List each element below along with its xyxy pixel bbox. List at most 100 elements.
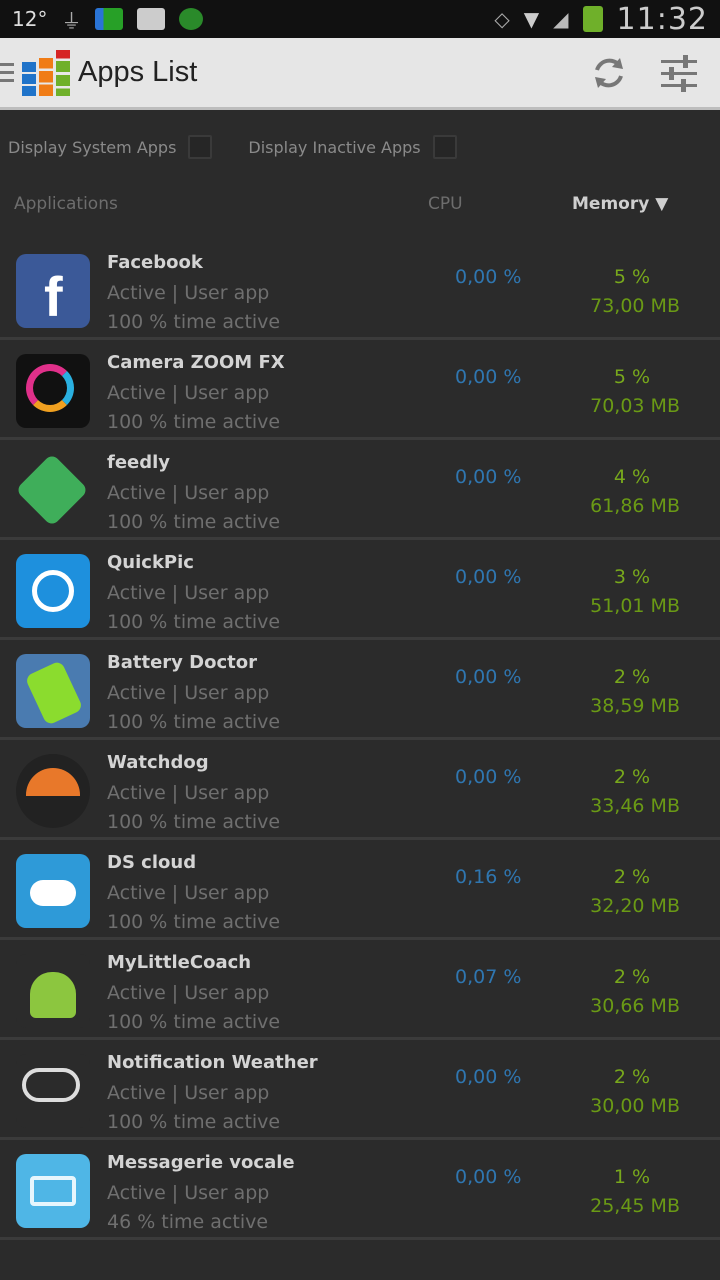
app-memory-percent: 5 % xyxy=(613,266,650,288)
app-name: Battery Doctor xyxy=(107,652,257,673)
app-memory-percent: 2 % xyxy=(613,1066,650,1088)
app-memory-mb: 32,20 MB xyxy=(590,895,680,917)
app-memory-percent: 1 % xyxy=(613,1166,650,1188)
clock: 11:32 xyxy=(616,1,708,37)
app-row[interactable]: Messagerie vocale Active | User app 46 % t… xyxy=(0,1140,720,1240)
app-row[interactable]: Camera ZOOM FX Active | User app 100 % tim… xyxy=(0,340,720,440)
refresh-button[interactable] xyxy=(574,43,644,103)
ds-cloud-icon xyxy=(16,854,90,928)
usb-icon: ⏚ xyxy=(61,8,82,33)
voicemail-icon xyxy=(16,1154,90,1228)
app-cpu: 0,00 % xyxy=(455,466,522,488)
app-memory-mb: 51,01 MB xyxy=(590,595,680,617)
app-status: Active | User app xyxy=(107,782,270,804)
app-memory-percent: 4 % xyxy=(613,466,650,488)
app-status: Active | User app xyxy=(107,482,270,504)
system-apps-checkbox[interactable] xyxy=(188,135,213,159)
filter-bar: Display System Apps Display Inactive App… xyxy=(8,128,712,166)
app-time-active: 100 % time active xyxy=(107,1011,281,1033)
app-memory-percent: 2 % xyxy=(613,666,650,688)
battery-doctor-icon xyxy=(16,654,90,728)
header-cpu[interactable]: CPU xyxy=(428,194,463,214)
app-name: QuickPic xyxy=(107,552,194,573)
app-row[interactable]: Battery Doctor Active | User app 100 % tim… xyxy=(0,640,720,740)
app-time-active: 100 % time active xyxy=(107,511,281,533)
app-cpu: 0,00 % xyxy=(455,266,522,288)
app-row[interactable]: QuickPic Active | User app 100 % time acti… xyxy=(0,540,720,640)
app-status: Active | User app xyxy=(107,1182,270,1204)
app-logo-icon xyxy=(22,49,70,96)
app-memory-mb: 61,86 MB xyxy=(590,495,680,517)
app-memory-mb: 38,59 MB xyxy=(590,695,680,717)
app-memory-percent: 3 % xyxy=(613,566,650,588)
sliders-icon xyxy=(661,54,697,92)
app-cpu: 0,16 % xyxy=(455,866,522,888)
app-time-active: 100 % time active xyxy=(107,1111,281,1133)
settings-sliders-button[interactable] xyxy=(644,43,714,103)
app-cpu: 0,00 % xyxy=(455,366,522,388)
app-cpu: 0,00 % xyxy=(455,566,522,588)
inactive-apps-label: Display Inactive Apps xyxy=(248,137,421,157)
app-row[interactable]: feedly Active | User app 100 % time active… xyxy=(0,440,720,540)
app-status: Active | User app xyxy=(107,1082,270,1104)
app-time-active: 46 % time active xyxy=(107,1211,269,1233)
action-bar: Apps List xyxy=(0,38,720,110)
cell-signal-icon: ◢ xyxy=(553,7,569,31)
temperature-text: 12° xyxy=(12,7,48,31)
app-time-active: 100 % time active xyxy=(107,611,281,633)
sync-app-icon xyxy=(179,8,204,30)
app-memory-mb: 70,03 MB xyxy=(590,395,680,417)
app-name: DS cloud xyxy=(107,852,197,873)
header-applications[interactable]: Applications xyxy=(14,194,118,214)
android-robot-icon xyxy=(16,954,90,1028)
app-row[interactable]: MyLittleCoach Active | User app 100 % time… xyxy=(0,940,720,1040)
page-title: Apps List xyxy=(78,56,198,88)
feedly-icon xyxy=(16,454,90,528)
apps-list: f Facebook Active | User app 100 % time act… xyxy=(0,240,720,1240)
inactive-apps-checkbox[interactable] xyxy=(432,135,457,159)
app-status: Active | User app xyxy=(107,582,270,604)
app-status: Active | User app xyxy=(107,282,270,304)
app-cpu: 0,00 % xyxy=(455,1066,522,1088)
app-memory-percent: 2 % xyxy=(613,766,650,788)
app-name: feedly xyxy=(107,452,171,473)
app-cpu: 0,00 % xyxy=(455,1166,522,1188)
app-row[interactable]: Watchdog Active | User app 100 % time acti… xyxy=(0,740,720,840)
app-memory-percent: 2 % xyxy=(613,866,650,888)
app-cpu: 0,00 % xyxy=(455,666,522,688)
app-time-active: 100 % time active xyxy=(107,911,281,933)
vibrate-icon: ◇ xyxy=(494,7,510,31)
app-name: Facebook xyxy=(107,252,203,273)
drawer-icon[interactable] xyxy=(0,63,14,82)
weather-cloud-icon xyxy=(16,1054,90,1128)
status-bar: 12° ⏚ ◇ ▼ ◢ 11:32 xyxy=(0,0,720,38)
app-status: Active | User app xyxy=(107,982,270,1004)
app-name: MyLittleCoach xyxy=(107,952,252,973)
app-time-active: 100 % time active xyxy=(107,311,281,333)
app-memory-mb: 25,45 MB xyxy=(590,1195,680,1217)
camera-zoom-fx-icon xyxy=(16,354,90,428)
app-memory-percent: 2 % xyxy=(613,966,650,988)
app-name: Watchdog xyxy=(107,752,209,773)
app-memory-percent: 5 % xyxy=(613,366,650,388)
app-status: Active | User app xyxy=(107,682,270,704)
app-time-active: 100 % time active xyxy=(107,411,281,433)
app-row[interactable]: DS cloud Active | User app 100 % time acti… xyxy=(0,840,720,940)
app-row[interactable]: f Facebook Active | User app 100 % time act… xyxy=(0,240,720,340)
mail-icon xyxy=(137,8,166,30)
battery-icon xyxy=(582,6,603,32)
app-memory-mb: 30,66 MB xyxy=(590,995,680,1017)
app-memory-mb: 30,00 MB xyxy=(590,1095,680,1117)
app-status: Active | User app xyxy=(107,382,270,404)
system-apps-label: Display System Apps xyxy=(8,137,177,157)
app-time-active: 100 % time active xyxy=(107,711,281,733)
app-cpu: 0,07 % xyxy=(455,966,522,988)
app-memory-mb: 33,46 MB xyxy=(590,795,680,817)
app-memory-mb: 73,00 MB xyxy=(590,295,680,317)
app-name: Camera ZOOM FX xyxy=(107,352,285,373)
column-headers: Applications CPU Memory ▼ xyxy=(0,190,720,224)
header-memory[interactable]: Memory ▼ xyxy=(572,194,668,214)
app-time-active: 100 % time active xyxy=(107,811,281,833)
app-row[interactable]: Notification Weather Active | User app 100… xyxy=(0,1040,720,1140)
wifi-icon: ▼ xyxy=(523,7,540,31)
